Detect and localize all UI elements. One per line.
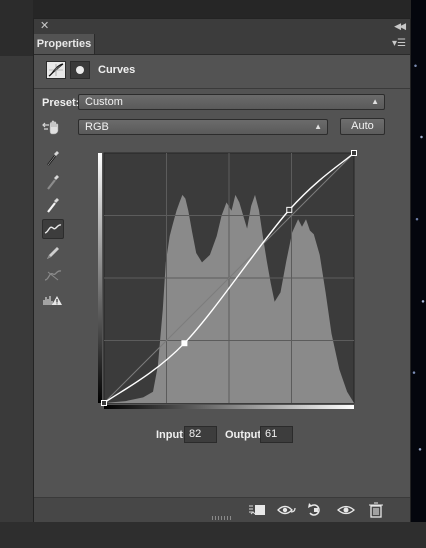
app-background-top: [0, 0, 426, 18]
output-label: Output:: [225, 429, 265, 441]
app-background-bottom: [0, 522, 426, 548]
adjustment-header: Curves: [34, 55, 410, 89]
channel-dropdown[interactable]: RGB ▲: [78, 119, 328, 135]
clipping-warning-icon[interactable]: [42, 290, 64, 310]
visibility-icon[interactable]: [335, 501, 357, 519]
tab-properties[interactable]: Properties: [34, 34, 95, 54]
view-previous-state-icon[interactable]: [276, 501, 298, 519]
smooth-curve-icon: [42, 266, 64, 286]
collapse-panel-icon[interactable]: ◀◀: [394, 19, 406, 34]
curves-adjustment-icon[interactable]: [46, 61, 66, 79]
adjustment-title: Curves: [98, 64, 136, 76]
properties-panel: ✕ ◀◀ Properties ▾☰ Curves Preset: Custom…: [33, 18, 411, 522]
curve-control-point[interactable]: [101, 400, 107, 406]
white-point-eyedropper-icon[interactable]: [42, 195, 64, 215]
reset-icon[interactable]: [305, 501, 327, 519]
chevron-updown-icon: ▲: [314, 122, 322, 131]
on-image-adjust-icon[interactable]: [42, 117, 64, 137]
app-background-left: [0, 0, 33, 548]
clip-to-layer-icon[interactable]: [246, 501, 268, 519]
document-canvas-fragment: [411, 0, 426, 548]
preset-value: Custom: [85, 96, 123, 108]
input-gradient-bar: [104, 405, 354, 409]
black-point-eyedropper-icon[interactable]: [42, 148, 64, 168]
output-field[interactable]: 61: [260, 426, 293, 443]
auto-button[interactable]: Auto: [340, 118, 385, 135]
output-gradient-bar: [98, 153, 102, 403]
panel-titlebar[interactable]: ✕ ◀◀: [34, 19, 410, 34]
input-field[interactable]: 82: [184, 426, 217, 443]
panel-tab-row: Properties ▾☰: [34, 34, 410, 55]
curve-control-point[interactable]: [286, 206, 293, 213]
layer-mask-icon[interactable]: [70, 61, 90, 79]
delete-icon[interactable]: [365, 501, 387, 519]
curves-graph[interactable]: [98, 147, 360, 417]
curve-control-point[interactable]: [181, 340, 188, 347]
chevron-updown-icon: ▲: [371, 97, 379, 106]
gray-point-eyedropper-icon[interactable]: [42, 172, 64, 192]
panel-menu-icon[interactable]: ▾☰: [392, 37, 406, 51]
close-icon[interactable]: ✕: [40, 19, 49, 34]
panel-resize-grip[interactable]: [212, 516, 232, 520]
channel-value: RGB: [85, 121, 109, 133]
preset-label: Preset:: [42, 97, 80, 109]
app-toolbar-fragment: [0, 0, 33, 56]
input-label: Input:: [156, 429, 187, 441]
curve-edit-points-icon[interactable]: [42, 219, 64, 239]
pencil-draw-icon[interactable]: [42, 243, 64, 263]
preset-dropdown[interactable]: Custom ▲: [78, 94, 385, 110]
curve-control-point[interactable]: [351, 150, 357, 156]
